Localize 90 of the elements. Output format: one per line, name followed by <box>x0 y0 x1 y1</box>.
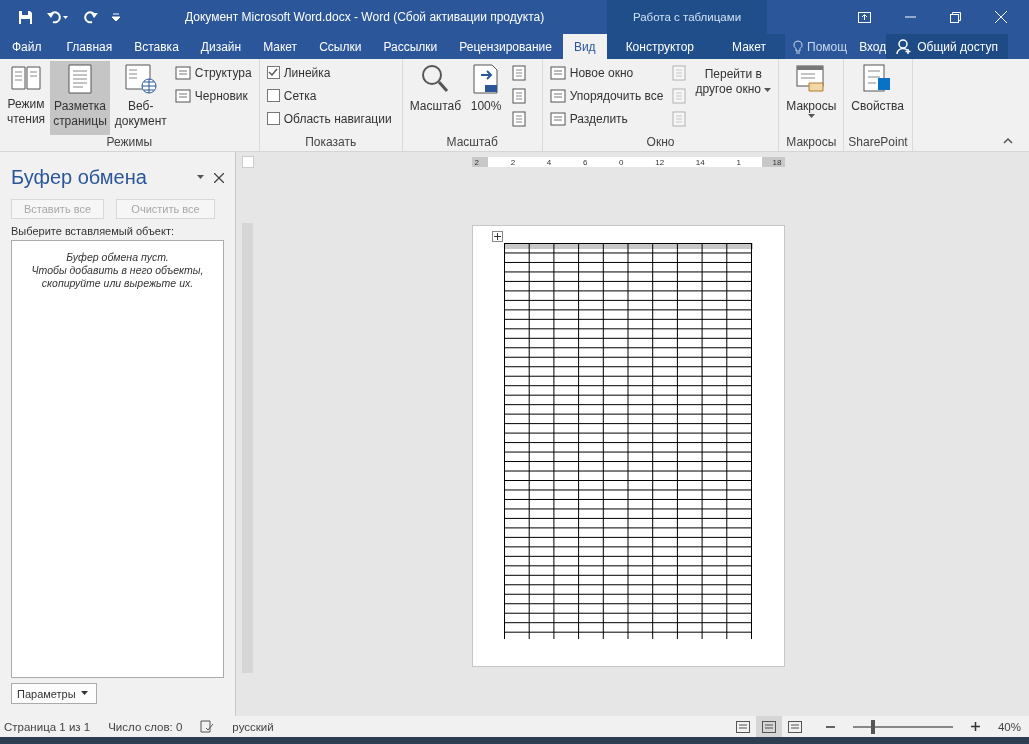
empty-message: Буфер обмена пуст. <box>65 251 170 264</box>
web-page-icon <box>123 63 158 95</box>
save-icon[interactable] <box>18 9 33 25</box>
ribbon-button[interactable]: Структура <box>174 63 252 82</box>
ribbon-button[interactable]: Макросы <box>783 61 840 135</box>
redo-icon[interactable] <box>83 10 98 24</box>
sign-in-link[interactable]: Вход <box>859 39 887 54</box>
ribbon-tab[interactable]: Конструктор <box>606 34 714 59</box>
clipboard-list[interactable]: Буфер обмена пуст. Чтобы добавить в него объекты, скопируйте или вырежьте их. <box>11 240 224 678</box>
caret-icon <box>80 691 88 696</box>
ruler-number: 0 <box>619 157 624 167</box>
list-icon <box>549 65 566 80</box>
ribbon-tab[interactable]: Файл <box>0 34 56 59</box>
ribbon-button[interactable]: Перейти в другое окно <box>692 61 775 135</box>
ruler-number: 2 <box>510 157 516 167</box>
ruler-number: 1 <box>736 157 741 167</box>
group-label: Режимы <box>105 135 154 151</box>
document-icon <box>787 720 802 733</box>
group-label: Макросы <box>785 135 838 151</box>
ribbon-button[interactable]: Свойства <box>848 61 907 135</box>
ribbon-button[interactable]: Разметка страницы <box>50 61 110 135</box>
page-icon <box>65 63 94 95</box>
language-label[interactable]: русский <box>232 720 274 733</box>
ribbon-button[interactable]: Упорядочить все <box>549 86 664 105</box>
ribbon-button[interactable]: Масштаб <box>406 61 465 135</box>
ruler-number: 14 <box>695 157 705 167</box>
group-label: Окно <box>645 135 676 151</box>
ribbon-button[interactable]: Новое окно <box>549 63 664 82</box>
checkbox[interactable]: Сетка <box>266 86 392 105</box>
ribbon-tab[interactable]: Макет <box>713 34 785 59</box>
tell-me-field[interactable]: Помощ <box>793 39 848 54</box>
ribbon-tab[interactable]: Вид <box>562 34 607 59</box>
ribbon-tab[interactable]: Дизайн <box>189 34 253 59</box>
undo-icon[interactable] <box>47 10 69 24</box>
list-icon <box>174 88 191 103</box>
ribbon-tab[interactable]: Рассылки <box>372 34 449 59</box>
word-count[interactable]: Число слов: 0 <box>108 720 183 733</box>
options-button[interactable]: Параметры <box>11 683 97 704</box>
list-icon <box>549 88 566 103</box>
list-icon <box>174 65 191 80</box>
restore-icon[interactable] <box>950 11 961 23</box>
context-group-title: Работа с таблицами <box>607 0 767 34</box>
ribbon-tab[interactable]: Главная <box>55 34 124 59</box>
ribbon-tab[interactable]: Макет <box>252 34 309 59</box>
view-button[interactable] <box>755 716 782 737</box>
small-page-icon[interactable] <box>511 65 528 81</box>
zoom-level[interactable]: 40% <box>997 720 1021 733</box>
ruler-number: 4 <box>546 157 552 167</box>
caret-icon <box>197 175 204 180</box>
ribbon-button[interactable]: Режим чтения <box>4 61 49 135</box>
person-plus-icon <box>896 38 913 55</box>
ribbon-button[interactable]: Разделить <box>549 109 664 128</box>
document-icon <box>735 720 750 733</box>
ribbon-tab[interactable]: Рецензирование <box>448 34 563 59</box>
checkbox[interactable]: Линейка <box>266 63 392 82</box>
empty-message: Чтобы добавить в него объекты, скопируйте или вырежьте их. <box>30 264 205 290</box>
checkbox[interactable]: Область навигации <box>266 109 392 128</box>
move-handle-icon[interactable] <box>491 231 503 242</box>
collapse-ribbon-icon[interactable] <box>1003 138 1013 144</box>
zoom-thumb[interactable] <box>870 719 875 734</box>
ribbon-button[interactable]: Черновик <box>174 86 252 105</box>
zoom-out-icon[interactable] <box>825 725 835 728</box>
close-icon[interactable] <box>214 172 224 183</box>
share-button[interactable]: Общий доступ <box>886 34 1008 59</box>
ruler-number: 12 <box>655 157 665 167</box>
proofing-icon[interactable] <box>200 720 215 733</box>
document-icon <box>761 720 776 733</box>
page-count[interactable]: Страница 1 из 1 <box>4 720 91 733</box>
group-label: Показать <box>304 135 358 151</box>
list-icon <box>549 111 566 126</box>
zoom-in-icon[interactable] <box>970 722 980 731</box>
open-book-icon <box>10 63 43 93</box>
ruler-number: 6 <box>582 157 588 167</box>
ribbon-button[interactable]: Веб- документ <box>111 61 170 135</box>
ribbon-button[interactable]: 100% <box>466 61 507 135</box>
customize-icon[interactable] <box>112 13 120 21</box>
prompt-text: Выберите вставляемый объект: <box>11 225 175 237</box>
pane-title: Буфер обмена <box>11 166 147 189</box>
lightbulb-icon <box>793 39 803 54</box>
group-label: Масштаб <box>445 135 499 151</box>
ribbon-display-icon[interactable] <box>858 11 871 23</box>
ruler-number: 2 <box>474 157 479 167</box>
ruler-number: 18 <box>772 157 782 167</box>
small-page-icon[interactable] <box>511 88 528 104</box>
window-title: Документ Microsoft Word.docx - Word (Сбой активации продукта) <box>185 9 546 26</box>
magnifier-icon <box>420 63 451 95</box>
ribbon-tab[interactable]: Вставка <box>123 34 190 59</box>
group-label: SharePoint <box>848 135 908 151</box>
ribbon-tab[interactable]: Ссылки <box>308 34 373 59</box>
small-page-icon[interactable] <box>511 111 528 127</box>
